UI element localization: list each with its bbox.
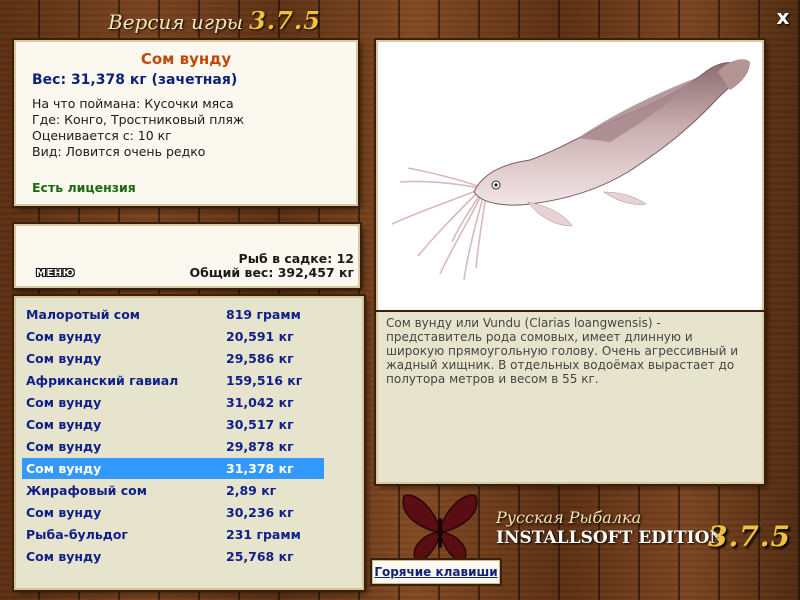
fish-weight-cell: 29,586 кг [226, 351, 294, 366]
list-item[interactable]: Сом вунду 29,878 кг [22, 436, 324, 457]
list-item[interactable]: Сом вунду 30,236 кг [22, 502, 324, 523]
version-number: 3.7.5 [249, 6, 321, 35]
fish-weight: Вес: 31,378 кг (зачетная) [32, 72, 238, 88]
fish-name-cell: Сом вунду [26, 505, 102, 520]
keepnet-stats: Рыб в садке: 12 Общий вес: 392,457 кг [190, 252, 355, 280]
fish-weight-cell: 819 грамм [226, 307, 301, 322]
fish-location: Где: Конго, Тростниковый пляж [32, 112, 245, 127]
catfish-image [391, 59, 750, 281]
fish-weight-cell: 31,042 кг [226, 395, 294, 410]
fish-name-cell: Африканский гавиал [26, 373, 179, 388]
list-item[interactable]: Сом вунду 25,768 кг [22, 546, 324, 567]
keepnet-fish-count: Рыб в садке: 12 [238, 251, 354, 266]
fish-picture-panel [376, 40, 764, 316]
fish-weight-cell: 231 грамм [226, 527, 301, 542]
menu-button[interactable]: МЕНЮ [36, 268, 75, 279]
fish-weight-cell: 25,768 кг [226, 549, 294, 564]
hotkeys-button[interactable]: Горячие клавиши [372, 560, 500, 584]
fish-weight-cell: 29,878 кг [226, 439, 294, 454]
logo-title: Русская Рыбалка [496, 508, 642, 527]
fish-name-cell: Рыба-бульдог [26, 527, 128, 542]
list-item[interactable]: Сом вунду 29,586 кг [22, 348, 324, 369]
list-item[interactable]: Сом вунду 31,378 кг [22, 458, 324, 479]
fish-weight-cell: 159,516 кг [226, 373, 303, 388]
fish-weight-cell: 20,591 кг [226, 329, 294, 344]
fish-weight-cell: 30,236 кг [226, 505, 294, 520]
fish-name-cell: Сом вунду [26, 351, 102, 366]
list-item[interactable]: Африканский гавиал 159,516 кг [22, 370, 324, 391]
fish-name-cell: Жирафовый сом [26, 483, 147, 498]
fish-weight-cell: 31,378 кг [226, 461, 294, 476]
fish-name-cell: Сом вунду [26, 395, 102, 410]
fish-name: Сом вунду [140, 50, 232, 68]
description-panel: Сом вунду или Vundu (Clarias loangwensis… [376, 312, 764, 484]
license-status: Есть лицензия [32, 180, 136, 195]
list-item[interactable]: Рыба-бульдог 231 грамм [22, 524, 324, 545]
fish-name-cell: Сом вунду [26, 549, 102, 564]
close-button[interactable]: x [772, 6, 794, 28]
fish-name-cell: Сом вунду [26, 417, 102, 432]
list-item[interactable]: Жирафовый сом 2,89 кг [22, 480, 324, 501]
catch-list[interactable]: Малоротый сом 819 грамм Сом вунду 20,591 кг… [14, 296, 364, 590]
barbels [391, 167, 487, 281]
fish-name-cell: Сом вунду [26, 461, 102, 476]
fish-weight-cell: 2,89 кг [226, 483, 277, 498]
list-item[interactable]: Сом вунду 30,517 кг [22, 414, 324, 435]
butterfly-logo-icon [402, 494, 478, 561]
list-item[interactable]: Сом вунду 20,591 кг [22, 326, 324, 347]
logo-edition: INSTALLSOFT EDITION [496, 528, 725, 548]
keepnet-summary-panel: МЕНЮ Рыб в садке: 12 Общий вес: 392,457 … [14, 224, 360, 288]
fish-weight-cell: 30,517 кг [226, 417, 294, 432]
fish-description: Сом вунду или Vundu (Clarias loangwensis… [386, 316, 739, 386]
game-version-title: Версия игры 3.7.5 [108, 6, 321, 35]
list-item[interactable]: Малоротый сом 819 грамм [22, 304, 324, 325]
fish-rarity: Вид: Ловится очень редко [32, 144, 206, 159]
fish-bait: На что поймана: Кусочки мяса [32, 96, 234, 111]
fish-name-cell: Сом вунду [26, 439, 102, 454]
list-item[interactable]: Сом вунду 31,042 кг [22, 392, 324, 413]
fish-info-panel: Сом вунду Вес: 31,378 кг (зачетная) На ч… [14, 40, 358, 206]
logo-version: 3.7.5 [708, 520, 791, 553]
fish-valued-from: Оценивается с: 10 кг [32, 128, 172, 143]
keepnet-total-weight: Общий вес: 392,457 кг [189, 265, 355, 280]
fish-name-cell: Сом вунду [26, 329, 102, 344]
fish-name-cell: Малоротый сом [26, 307, 141, 322]
version-label: Версия игры [108, 10, 244, 34]
